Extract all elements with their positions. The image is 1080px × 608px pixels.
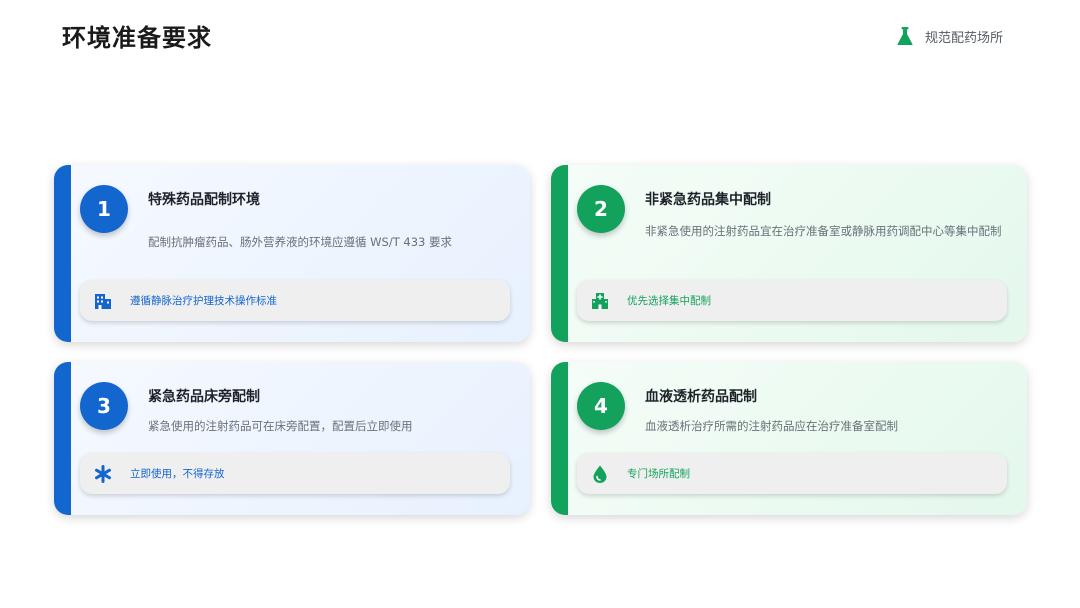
asterisk-icon: [95, 464, 111, 483]
card-title: 血液透析药品配制: [645, 389, 757, 405]
card-highlight-text: 立即使用，不得存放: [130, 468, 225, 480]
card-description: 血液透析治疗所需的注射药品应在治疗准备室配制: [645, 419, 898, 433]
tag-badge: 规范配药场所: [895, 25, 1003, 47]
droplet-icon: [593, 465, 607, 483]
card-highlight: 立即使用，不得存放: [80, 453, 510, 494]
card-accent-bar: [551, 362, 568, 515]
page-title: 环境准备要求: [62, 24, 212, 52]
card-title: 紧急药品床旁配制: [148, 389, 260, 405]
building-icon: [95, 293, 111, 309]
card-accent-bar: [551, 165, 568, 342]
card-highlight-text: 优先选择集中配制: [627, 295, 711, 307]
hospital-icon: [592, 292, 608, 309]
requirement-card-3: 3 紧急药品床旁配制 紧急使用的注射药品可在床旁配置，配置后立即使用 立即使用，…: [54, 362, 530, 515]
card-highlight: 专门场所配制: [577, 453, 1007, 494]
tag-label: 规范配药场所: [925, 30, 1004, 46]
card-accent-bar: [54, 165, 71, 342]
card-description: 配制抗肿瘤药品、肠外营养液的环境应遵循 WS/T 433 要求: [148, 235, 452, 249]
card-description: 非紧急使用的注射药品宜在治疗准备室或静脉用药调配中心等集中配制: [645, 224, 1002, 238]
requirement-card-4: 4 血液透析药品配制 血液透析治疗所需的注射药品应在治疗准备室配制 专门场所配制: [551, 362, 1027, 515]
card-highlight-text: 遵循静脉治疗护理技术操作标准: [130, 295, 277, 307]
card-number-badge: 1: [80, 185, 128, 233]
requirement-card-2: 2 非紧急药品集中配制 非紧急使用的注射药品宜在治疗准备室或静脉用药调配中心等集…: [551, 165, 1027, 342]
requirement-card-1: 1 特殊药品配制环境 配制抗肿瘤药品、肠外营养液的环境应遵循 WS/T 433 …: [54, 165, 530, 342]
card-description: 紧急使用的注射药品可在床旁配置，配置后立即使用: [148, 419, 413, 433]
card-number-badge: 4: [577, 382, 625, 430]
card-number-badge: 3: [80, 382, 128, 430]
card-accent-bar: [54, 362, 71, 515]
card-title: 特殊药品配制环境: [148, 192, 260, 208]
card-highlight: 遵循静脉治疗护理技术操作标准: [80, 280, 510, 321]
card-number-badge: 2: [577, 185, 625, 233]
card-title: 非紧急药品集中配制: [645, 192, 771, 208]
card-highlight: 优先选择集中配制: [577, 280, 1007, 321]
flask-icon: [897, 27, 913, 45]
card-highlight-text: 专门场所配制: [627, 468, 690, 480]
